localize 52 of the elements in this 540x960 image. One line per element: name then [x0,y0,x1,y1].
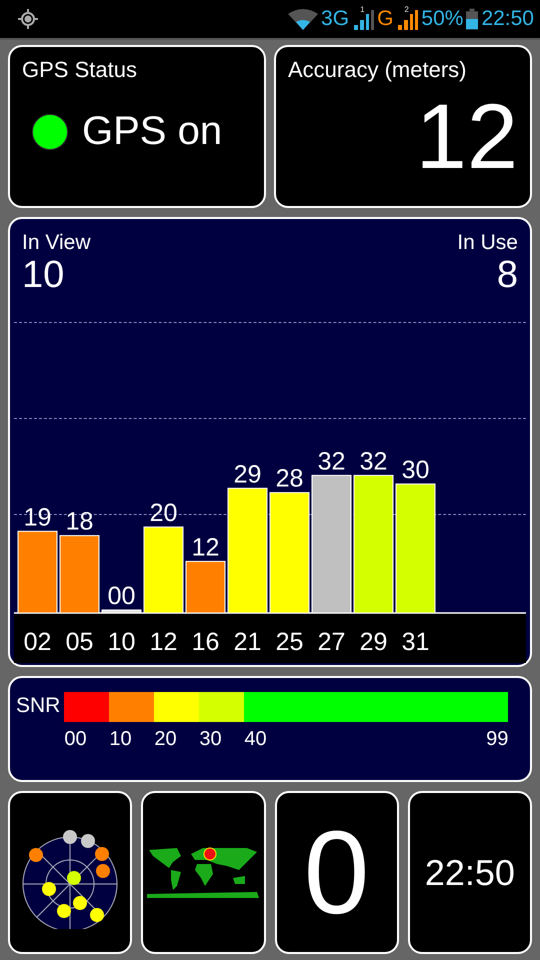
battery-percent: 50% [421,7,464,31]
in-view-label: In View [22,231,90,255]
snr-tick-label: 30 [199,728,222,751]
clock-tile[interactable]: 22:50 [408,791,532,954]
network-type: G [377,7,394,31]
bar-value: 19 [24,503,52,532]
card-title: GPS Status [22,57,138,83]
satellite-id: 16 [192,628,220,656]
bar-value: 28 [276,464,304,493]
snr-tick-label: 99 [486,728,508,751]
bar-value: 29 [234,460,262,488]
snr-tick-label: 00 [64,728,87,751]
snr-tick-label: 40 [244,728,267,751]
location-icon [18,9,38,29]
card-title: Accuracy (meters) [288,57,468,83]
signal-icon [396,8,418,30]
bar-value: 12 [192,533,220,562]
satellite-id: 10 [108,628,136,656]
battery-icon [466,8,478,30]
network-type: 3G [321,7,350,31]
in-use-label: In Use [457,231,518,255]
bar-value: 18 [66,508,94,536]
gps-status-value: GPS on [82,109,222,154]
satellite-id: 27 [318,628,346,656]
clock-value: 22:50 [424,852,515,894]
satellite-id: 12 [150,628,178,656]
clock: 22:50 [481,7,534,31]
map-tile[interactable] [141,791,266,954]
satellite-id: 05 [66,628,94,656]
sim-index: 1 [360,5,365,14]
bar-value: 00 [108,582,136,610]
snr-tick-label: 10 [109,728,132,751]
satellite-id: 21 [234,628,262,656]
in-use-count: 8 [496,255,518,297]
bar-value: 30 [402,456,430,484]
bar-value: 32 [360,447,388,476]
snr-tick-label: 20 [154,728,177,751]
wifi-icon [288,8,318,30]
sim-index: 2 [404,5,409,14]
signal-icon [352,8,374,30]
sky-view-tile[interactable] [8,791,132,954]
accuracy-value: 12 [416,91,518,183]
in-view-count: 10 [22,255,64,297]
satellite-id: 31 [402,628,430,656]
counter-tile[interactable]: 0 [274,791,399,954]
counter-value: 0 [304,814,370,932]
bar-value: 20 [150,499,178,527]
satellite-id: 02 [24,628,52,656]
satellite-id: 29 [360,628,388,656]
snr-label: SNR [16,694,60,719]
satellite-id: 25 [276,628,304,656]
bar-value: 32 [318,447,346,476]
